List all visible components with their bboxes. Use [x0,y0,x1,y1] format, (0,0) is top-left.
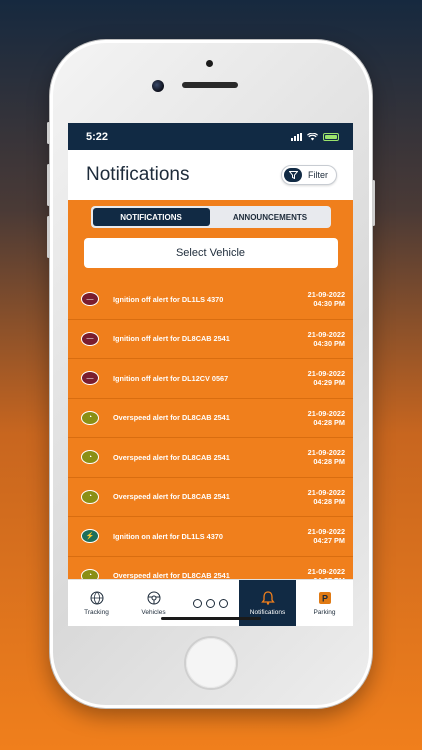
notification-time: 04:28 PM [313,417,345,427]
ignition-off-icon: — [81,292,99,307]
notification-time: 04:28 PM [313,457,345,467]
status-bar: 5:22 [68,123,353,150]
notification-time: 04:29 PM [313,378,345,388]
icon-glyph: — [86,295,94,303]
notification-time: 04:28 PM [313,496,345,506]
speedometer-icon: ◔ [81,489,99,504]
home-button[interactable] [186,638,236,688]
notification-timestamp: 21-09-2022 04:29 PM [308,369,345,387]
notification-time: 04:30 PM [313,299,345,309]
icon-glyph: — [86,335,94,343]
notification-timestamp: 21-09-2022 04:28 PM [308,488,345,506]
tab-notifications[interactable]: NOTIFICATIONS [92,208,210,226]
status-time: 5:22 [86,130,109,143]
notification-timestamp: 21-09-2022 04:30 PM [308,290,345,308]
nav-parking[interactable]: P Parking [296,580,353,626]
proximity-sensor [206,60,213,67]
more-dots-icon [193,598,228,608]
notification-date: 21-09-2022 [307,408,345,418]
notification-text: Ignition off alert for DL8CAB 2541 [113,334,230,344]
home-indicator [161,617,261,620]
notification-text: Overspeed alert for DL8CAB 2541 [113,413,230,423]
notification-date: 21-09-2022 [307,290,345,300]
status-icons [291,132,339,141]
notification-timestamp: 21-09-2022 04:30 PM [308,330,345,348]
speedometer-icon: ◔ [81,410,99,425]
filter-label: Filter [308,170,328,180]
notification-date: 21-09-2022 [307,566,345,576]
icon-glyph: — [86,374,94,382]
bottom-navigation: Tracking Vehicles Notifications P Parkin… [68,579,353,626]
notification-item[interactable]: — Ignition off alert for DL12CV 0567 21-09… [68,359,353,399]
notification-date: 21-09-2022 [307,487,345,497]
icon-glyph: ◔ [87,493,93,501]
filter-icon [284,168,302,182]
speedometer-icon: ◔ [81,450,99,465]
notification-text: Ignition off alert for DL1LS 4370 [113,294,224,304]
notification-item[interactable]: ◔ Overspeed alert for DL8CAB 2541 21-09-20… [68,399,353,438]
bell-icon [260,590,276,606]
wifi-icon [307,132,318,140]
notification-text: Ignition off alert for DL12CV 0567 [113,373,229,383]
ignition-off-icon: — [81,331,99,346]
notification-text: Ignition on alert for DL1LS 4370 [113,531,223,541]
parking-icon: P [317,590,333,606]
notification-date: 21-09-2022 [307,329,345,339]
page-title: Notifications [86,164,190,185]
phone-frame: 5:22 Notifications Filter NOTIFICATIONS … [47,40,375,708]
notification-time: 04:30 PM [313,338,345,348]
app-screen: 5:22 Notifications Filter NOTIFICATIONS … [68,123,353,626]
notification-timestamp: 21-09-2022 04:28 PM [308,409,345,427]
globe-icon [89,590,105,606]
nav-label: Parking [313,609,336,616]
nav-label: Vehicles [141,609,166,616]
notification-item[interactable]: — Ignition off alert for DL8CAB 2541 21-09… [68,320,353,359]
notification-item[interactable]: — Ignition off alert for DL1LS 4370 21-09-… [68,280,353,320]
ignition-on-icon: ⚡ [81,529,99,544]
page-header: Notifications Filter [68,150,353,200]
nav-label: Notifications [249,609,286,616]
icon-glyph: ◔ [87,453,93,461]
icon-glyph: ◔ [87,414,93,422]
front-camera [152,80,164,92]
notification-timestamp: 21-09-2022 04:28 PM [308,448,345,466]
filter-button[interactable]: Filter [281,165,337,185]
notification-item[interactable]: ⚡ Ignition on alert for DL1LS 4370 21-09-2… [68,517,353,557]
icon-glyph: ⚡ [85,532,95,540]
notification-item[interactable]: ◔ Overspeed alert for DL8CAB 2541 21-09-20… [68,478,353,517]
notification-date: 21-09-2022 [307,527,345,537]
notification-item[interactable]: ◔ Overspeed alert for DL8CAB 2541 21-09-20… [68,438,353,478]
signal-icon [291,132,302,141]
tab-bar: NOTIFICATIONS ANNOUNCEMENTS [90,206,331,228]
nav-tracking[interactable]: Tracking [68,580,125,626]
ignition-off-icon: — [81,371,99,386]
notification-date: 21-09-2022 [307,448,345,458]
svg-text:P: P [321,594,327,604]
earpiece-speaker [182,82,238,88]
notification-text: Overspeed alert for DL8CAB 2541 [113,492,230,502]
notification-list: — Ignition off alert for DL1LS 4370 21-09-… [68,280,353,596]
volume-up-button [47,164,50,206]
power-button [372,180,375,226]
notification-date: 21-09-2022 [307,369,345,379]
tab-announcements[interactable]: ANNOUNCEMENTS [212,208,329,226]
mute-switch [47,122,50,144]
select-vehicle-dropdown[interactable]: Select Vehicle [83,238,338,268]
nav-label: Tracking [84,609,109,616]
notification-timestamp: 21-09-202204:27 PM [308,527,345,545]
notification-text: Overspeed alert for DL8CAB 2541 [113,452,230,462]
volume-down-button [47,216,50,258]
battery-icon [323,132,339,141]
steering-wheel-icon [146,590,162,606]
notification-time: 04:27 PM [313,536,345,546]
